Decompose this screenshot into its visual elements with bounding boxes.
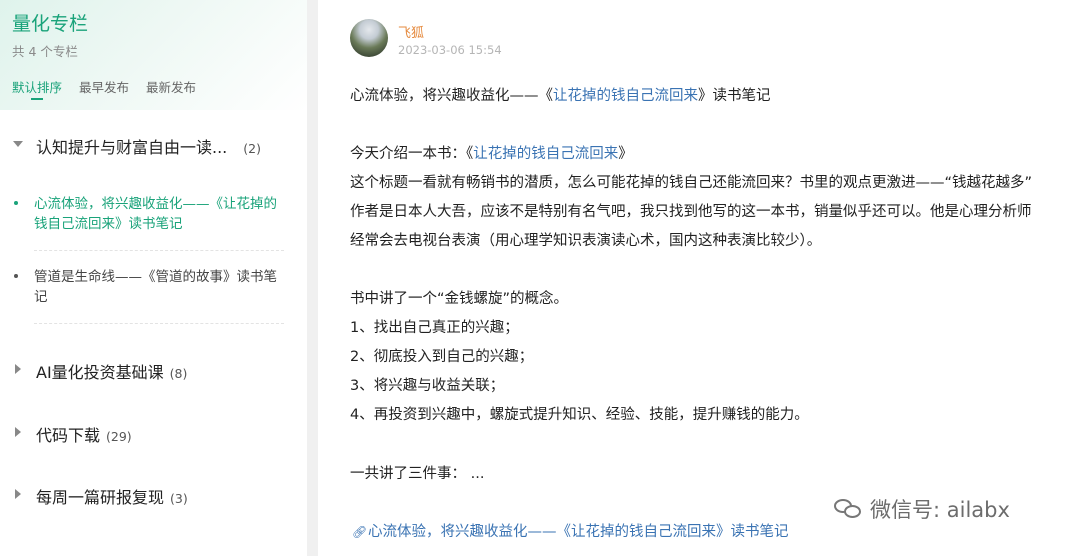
article-title: 心流体验，将兴趣收益化——《让花掉的钱自己流回来》读书笔记	[34, 196, 277, 232]
read-more-link[interactable]: 🔗︎心流体验，将兴趣收益化——《让花掉的钱自己流回来》读书笔记	[352, 520, 789, 541]
post-heading: 心流体验，将兴趣收益化——《让花掉的钱自己流回来》读书笔记	[350, 84, 771, 105]
intro-text: 今天介绍一本书：《	[350, 146, 474, 162]
sidebar-title: 量化专栏	[12, 13, 89, 35]
list-item: 2、彻底投入到自己的兴趣；	[350, 349, 534, 365]
group-count: (3)	[170, 491, 188, 506]
article-title: 管道是生命线——《管道的故事》读书笔记	[34, 269, 277, 305]
group-label: AI量化投资基础课	[36, 363, 164, 382]
group-label: 认知提升与财富自由一读...	[36, 138, 228, 157]
column-group-ai-quant[interactable]: AI量化投资基础课 (8)	[0, 357, 307, 382]
column-count: 共 4 个专栏	[12, 44, 78, 59]
paragraph: 书中讲了一个“金钱螺旋”的概念。	[350, 291, 569, 307]
sort-tabs: 默认排序 最早发布 最新发布	[12, 77, 213, 100]
caret-right-icon	[15, 427, 21, 437]
paragraph: 作者是日本人大吾，应该不是特别有名气吧，我只找到他写的这一本书，销量似乎还可以。…	[350, 204, 1032, 220]
column-group-code-download[interactable]: 代码下载 (29)	[0, 420, 307, 445]
bullet-icon	[14, 274, 18, 278]
paragraph: 一共讲了三件事： ...	[350, 466, 485, 482]
heading-text: 心流体验，将兴趣收益化——《	[350, 88, 553, 104]
link-icon: 🔗︎	[352, 525, 368, 539]
column-sidebar: 量化专栏 共 4 个专栏 默认排序 最早发布 最新发布 认知提升与财富自由一读.…	[0, 0, 307, 556]
column-group-cognition[interactable]: 认知提升与财富自由一读... (2)	[0, 132, 307, 157]
list-item: 4、再投资到兴趣中，螺旋式提升知识、经验、技能，提升赚钱的能力。	[350, 407, 809, 423]
article-item-active[interactable]: 心流体验，将兴趣收益化——《让花掉的钱自己流回来》读书笔记	[0, 194, 307, 236]
post-card: 飞狐 2023-03-06 15:54 心流体验，将兴趣收益化——《让花掉的钱自…	[318, 0, 1080, 556]
list-item: 3、将兴趣与收益关联；	[350, 378, 505, 394]
group-label: 每周一篇研报复现	[36, 488, 165, 507]
wechat-icon	[834, 497, 864, 521]
group-count: (8)	[169, 366, 188, 381]
caret-right-icon	[15, 364, 21, 374]
divider	[34, 250, 284, 251]
heading-text: 》读书笔记	[698, 88, 771, 104]
column-group-weekly-report[interactable]: 每周一篇研报复现 (3)	[0, 482, 307, 507]
group-count: (2)	[243, 141, 261, 156]
sort-tab-default[interactable]: 默认排序	[12, 77, 62, 100]
avatar[interactable]	[350, 19, 388, 57]
caret-down-icon	[13, 141, 23, 147]
bullet-icon	[14, 201, 18, 205]
group-count: (29)	[106, 429, 132, 444]
divider	[34, 323, 284, 324]
list-item: 1、找出自己真正的兴趣；	[350, 320, 519, 336]
paragraph: 这个标题一看就有畅销书的潜质，怎么可能花掉的钱自己还能流回来？书里的观点更激进—…	[350, 175, 1033, 191]
watermark-text: 微信号: ailabx	[870, 498, 1010, 522]
intro-text: 》	[618, 146, 633, 162]
sort-tab-earliest[interactable]: 最早发布	[79, 77, 129, 96]
post-date: 2023-03-06 15:54	[398, 43, 502, 57]
book-link[interactable]: 让花掉的钱自己流回来	[553, 88, 698, 104]
author-name[interactable]: 飞狐	[398, 22, 424, 41]
caret-right-icon	[15, 489, 21, 499]
read-more-text: 心流体验，将兴趣收益化——《让花掉的钱自己流回来》读书笔记	[368, 524, 789, 540]
article-item[interactable]: 管道是生命线——《管道的故事》读书笔记	[0, 267, 307, 309]
sort-tab-latest[interactable]: 最新发布	[146, 77, 196, 96]
book-link[interactable]: 让花掉的钱自己流回来	[473, 146, 618, 162]
paragraph: 经常会去电视台表演（用心理学知识表演读心术，国内这种表演比较少）。	[350, 233, 822, 249]
watermark: 微信号: ailabx	[834, 494, 1010, 524]
sidebar-header: 量化专栏 共 4 个专栏 默认排序 最早发布 最新发布	[0, 0, 307, 110]
intro-line: 今天介绍一本书：《让花掉的钱自己流回来》	[350, 142, 633, 163]
group-label: 代码下载	[36, 426, 101, 445]
